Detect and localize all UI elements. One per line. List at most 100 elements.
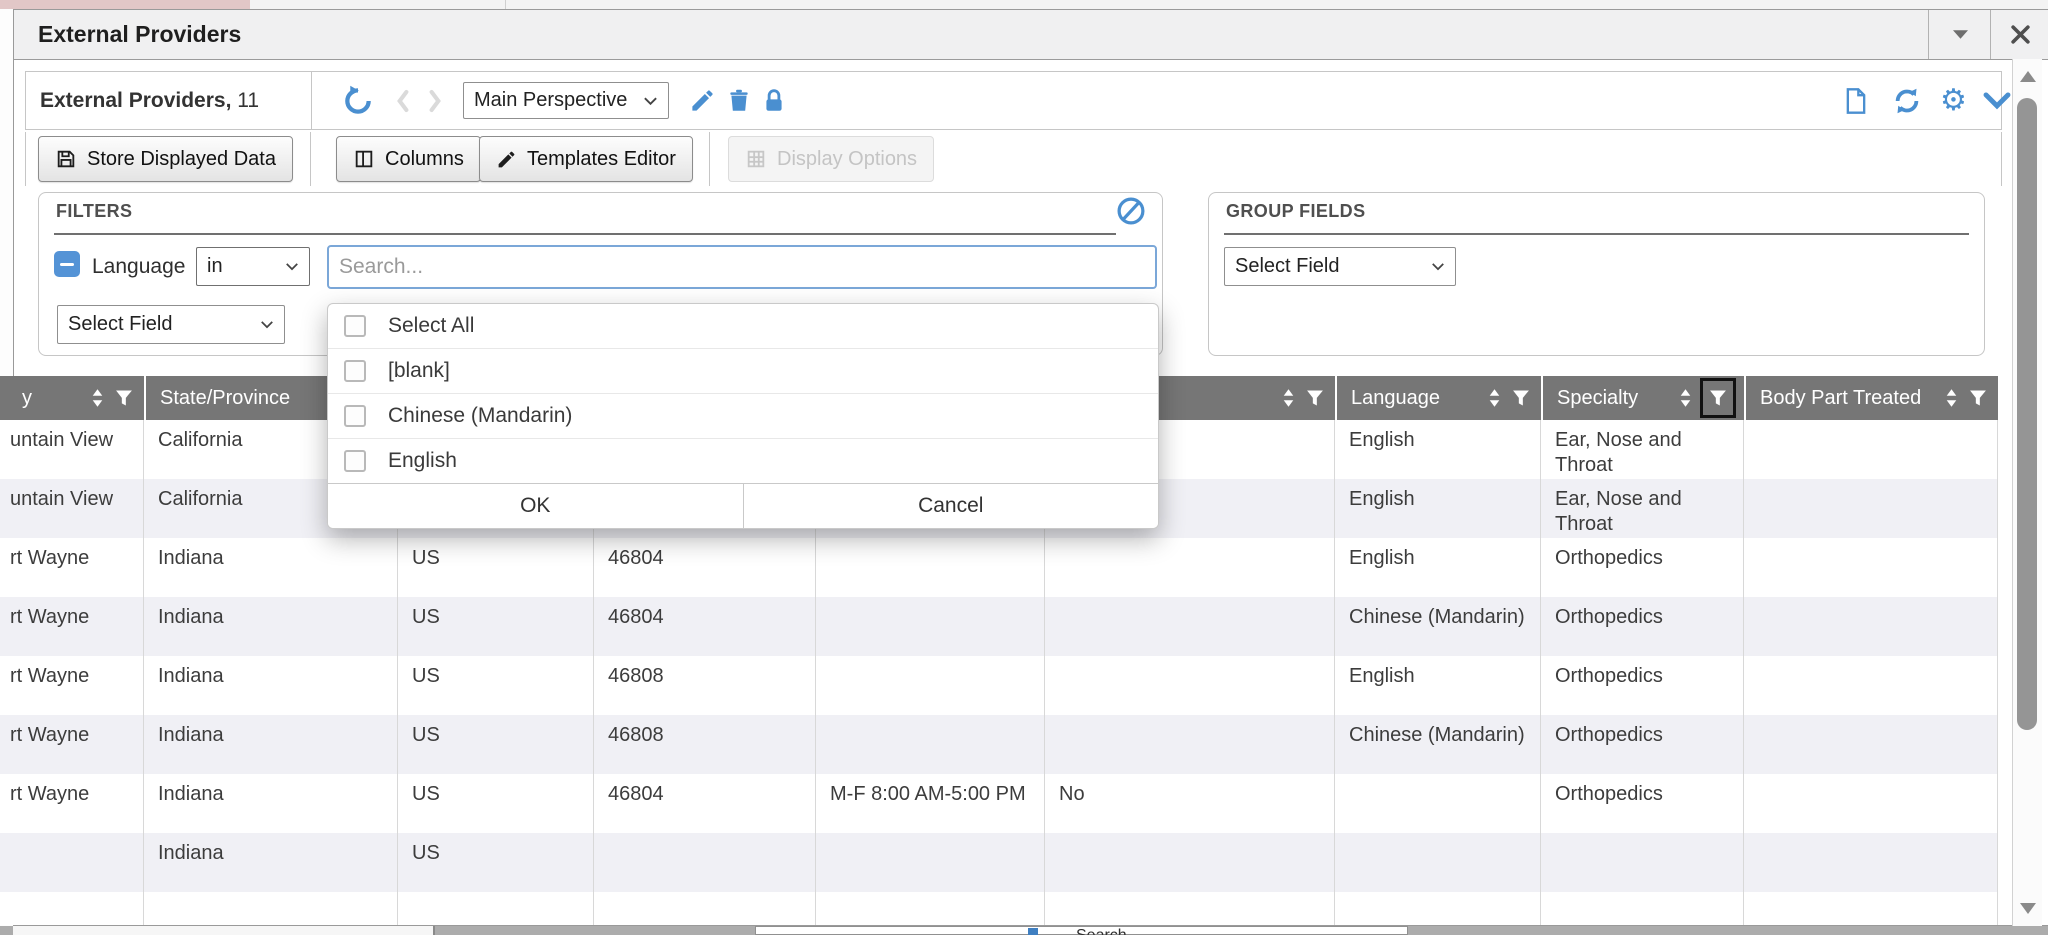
- checkbox[interactable]: [344, 315, 366, 337]
- save-icon: [55, 148, 77, 170]
- nav-forward-button[interactable]: [426, 72, 444, 129]
- filter-search-input[interactable]: [327, 245, 1157, 289]
- filter-option[interactable]: English: [328, 438, 1158, 483]
- delete-perspective-button[interactable]: [726, 72, 752, 129]
- column-header-specialty[interactable]: Specialty: [1541, 376, 1744, 420]
- nav-back-button[interactable]: [394, 72, 412, 129]
- scroll-up-arrow-icon[interactable]: [2020, 71, 2036, 82]
- ok-button[interactable]: OK: [328, 484, 744, 528]
- gear-icon: ⚙: [1940, 86, 1967, 116]
- cell: US: [398, 833, 594, 892]
- sort-icon[interactable]: [1281, 387, 1296, 409]
- filter-funnel-button[interactable]: [1968, 388, 1988, 408]
- checkbox[interactable]: [344, 405, 366, 427]
- cancel-button[interactable]: Cancel: [744, 484, 1159, 528]
- table-row[interactable]: [0, 892, 1998, 925]
- table-row[interactable]: rt WayneIndianaUS46808Chinese (Mandarin)…: [0, 715, 1998, 774]
- cell: [1744, 892, 1998, 925]
- lock-perspective-button[interactable]: [761, 72, 787, 129]
- cell: [816, 892, 1045, 925]
- filter-funnel-button[interactable]: [1511, 388, 1531, 408]
- cell: [1045, 656, 1335, 715]
- sort-icon[interactable]: [90, 387, 105, 409]
- underlying-page-bottom-strip: Search: [0, 926, 2048, 935]
- filter-funnel-button[interactable]: [114, 388, 134, 408]
- cell: Indiana: [144, 597, 398, 656]
- column-header-label: State/Province: [160, 387, 290, 410]
- filter-operator-select[interactable]: in: [196, 247, 310, 286]
- column-header-label: Specialty: [1557, 387, 1638, 410]
- sort-icon[interactable]: [1944, 387, 1959, 409]
- cell: [1335, 833, 1541, 892]
- add-filter-field-select[interactable]: Select Field: [57, 305, 285, 344]
- table-row[interactable]: rt WayneIndianaUS46804M-F 8:00 AM-5:00 P…: [0, 774, 1998, 833]
- display-options-label: Display Options: [777, 148, 917, 171]
- filter-funnel-icon: [1708, 388, 1728, 408]
- cell: 46808: [594, 656, 816, 715]
- table-row[interactable]: rt WayneIndianaUS46804Chinese (Mandarin)…: [0, 597, 1998, 656]
- vertical-scrollbar[interactable]: [2012, 59, 2042, 926]
- undo-button[interactable]: [342, 72, 374, 129]
- cell: Orthopedics: [1541, 597, 1744, 656]
- edit-perspective-button[interactable]: [689, 72, 716, 129]
- table-row[interactable]: IndianaUS: [0, 833, 1998, 892]
- column-header-icons: [1944, 387, 1988, 409]
- scroll-down-arrow-icon[interactable]: [2020, 903, 2036, 914]
- cell: No: [1045, 774, 1335, 833]
- cell: [1744, 715, 1998, 774]
- cell: 46804: [594, 774, 816, 833]
- cell: [1744, 538, 1998, 597]
- new-document-button[interactable]: [1842, 72, 1870, 129]
- dropdown-footer: OK Cancel: [328, 483, 1158, 528]
- filter-option-label: [blank]: [388, 359, 450, 383]
- divider: [54, 233, 1116, 235]
- chevron-down-icon: [260, 320, 274, 329]
- cell: English: [1335, 420, 1541, 479]
- filter-value-dropdown: Select All [blank] Chinese (Mandarin)Engli…: [327, 303, 1159, 529]
- templates-editor-label: Templates Editor: [527, 148, 676, 171]
- table-row[interactable]: rt WayneIndianaUS46804EnglishOrthopedics: [0, 538, 1998, 597]
- cell: Chinese (Mandarin): [1335, 715, 1541, 774]
- cell: US: [398, 715, 594, 774]
- perspective-select[interactable]: Main Perspective: [463, 82, 669, 119]
- filter-option[interactable]: [blank]: [328, 348, 1158, 393]
- filter-funnel-button[interactable]: [1305, 388, 1325, 408]
- filter-option[interactable]: Select All: [328, 304, 1158, 348]
- cell: [816, 538, 1045, 597]
- clear-filters-button[interactable]: [1116, 196, 1146, 226]
- window-collapse-button[interactable]: [1928, 10, 1991, 59]
- filter-option[interactable]: Chinese (Mandarin): [328, 393, 1158, 438]
- columns-button[interactable]: Columns: [336, 136, 481, 182]
- settings-button[interactable]: ⚙: [1940, 72, 1967, 129]
- store-displayed-data-button[interactable]: Store Displayed Data: [38, 136, 293, 182]
- filters-heading: FILTERS: [56, 201, 132, 222]
- display-options-button: Display Options: [728, 136, 934, 182]
- window-close-button[interactable]: [1990, 10, 2048, 59]
- filter-funnel-button-focused[interactable]: [1700, 378, 1736, 418]
- divider: [2001, 132, 2002, 186]
- remove-filter-button[interactable]: [54, 251, 80, 277]
- scrollbar-thumb[interactable]: [2017, 98, 2037, 730]
- cell: [144, 892, 398, 925]
- checkbox[interactable]: [344, 450, 366, 472]
- group-field-select[interactable]: Select Field: [1224, 247, 1456, 286]
- sort-icon[interactable]: [1487, 387, 1502, 409]
- column-header-language[interactable]: Language: [1335, 376, 1541, 420]
- table-row[interactable]: rt WayneIndianaUS46808EnglishOrthopedics: [0, 656, 1998, 715]
- cell: US: [398, 538, 594, 597]
- column-header-label: Language: [1351, 387, 1440, 410]
- grid-icon: [745, 148, 767, 170]
- refresh-button[interactable]: [1892, 72, 1922, 129]
- cell: untain View: [0, 420, 144, 479]
- record-summary: External Providers, 11 records: [40, 72, 312, 129]
- checkbox[interactable]: [344, 360, 366, 382]
- templates-editor-button[interactable]: Templates Editor: [479, 136, 693, 182]
- sort-icon[interactable]: [1678, 387, 1693, 409]
- column-header-body-part-treated[interactable]: Body Part Treated: [1744, 376, 1998, 420]
- cell: untain View: [0, 479, 144, 538]
- collapse-icon: [1953, 30, 1968, 39]
- column-header-y[interactable]: y: [0, 376, 144, 420]
- cell: rt Wayne: [0, 656, 144, 715]
- cell: [816, 715, 1045, 774]
- collapse-toolbar-button[interactable]: [1982, 72, 2012, 129]
